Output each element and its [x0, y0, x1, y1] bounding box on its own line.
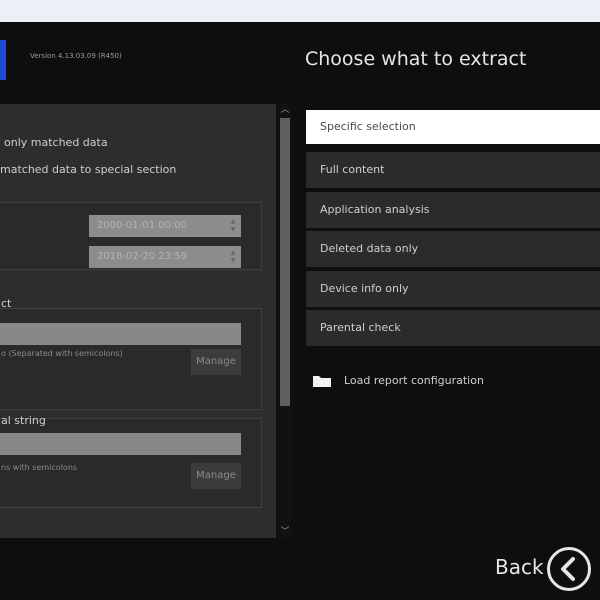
version-text: Version 4.13.03.09 (R450) [30, 52, 122, 60]
filter-panel: only matched data matched data to specia… [0, 104, 276, 538]
browser-top-strip [0, 0, 600, 22]
chevron-up-icon[interactable]: ︿ [278, 104, 292, 116]
mode-specific-selection[interactable]: Specific selection [306, 110, 600, 144]
date-to-spinner[interactable]: ▲ ▼ [229, 249, 237, 265]
group-2-label: al string [1, 414, 46, 427]
date-from-field[interactable]: 2000-01-01 00:00 ▲ ▼ [89, 215, 241, 237]
chevron-down-icon[interactable]: ﹀ [278, 526, 292, 538]
mode-device-info-only[interactable]: Device info only [306, 271, 600, 307]
date-to-field[interactable]: 2018-02-20 23:59 ▲ ▼ [89, 246, 241, 268]
back-label[interactable]: Back [495, 555, 544, 579]
mode-deleted-data-only[interactable]: Deleted data only [306, 231, 600, 267]
group-1-label: ct [1, 297, 12, 310]
group-2: al string ns with semicolons Manage [0, 414, 262, 508]
group-2-input[interactable] [0, 433, 241, 455]
back-button[interactable] [547, 547, 591, 591]
option-only-matched[interactable]: only matched data [4, 136, 108, 149]
chevron-left-icon [561, 557, 575, 581]
extraction-mode-panel: Specific selection Full content Applicat… [292, 104, 600, 538]
logo-mark [0, 40, 6, 80]
group-1-hint: o (Separated with semicolons) [1, 349, 123, 358]
option-matched-special[interactable]: matched data to special section [0, 163, 176, 176]
group-1-manage-button[interactable]: Manage [191, 349, 241, 375]
date-to-value: 2018-02-20 23:59 [97, 251, 188, 262]
group-2-hint: ns with semicolons [1, 463, 78, 472]
date-from-value: 2000-01-01 00:00 [97, 220, 188, 231]
mode-parental-check[interactable]: Parental check [306, 310, 600, 346]
date-from-spinner[interactable]: ▲ ▼ [229, 218, 237, 234]
page-title: Choose what to extract [305, 48, 527, 70]
scrollbar[interactable]: ︿ ﹀ [278, 104, 292, 538]
header: Version 4.13.03.09 (R450) Choose what to… [0, 22, 600, 98]
footer: Back [0, 538, 600, 600]
folder-icon [313, 376, 331, 387]
mode-application-analysis[interactable]: Application analysis [306, 192, 600, 228]
scrollbar-thumb[interactable] [280, 118, 290, 406]
date-range-group: 2000-01-01 00:00 ▲ ▼ 2018-02-20 23:59 ▲ ▼ [0, 202, 262, 270]
load-report-label: Load report configuration [344, 374, 484, 387]
group-1: ct o (Separated with semicolons) Manage [0, 297, 262, 410]
mode-full-content[interactable]: Full content [306, 152, 600, 188]
group-1-input[interactable] [0, 323, 241, 345]
group-2-manage-button[interactable]: Manage [191, 463, 241, 489]
app-window: Version 4.13.03.09 (R450) Choose what to… [0, 22, 600, 600]
